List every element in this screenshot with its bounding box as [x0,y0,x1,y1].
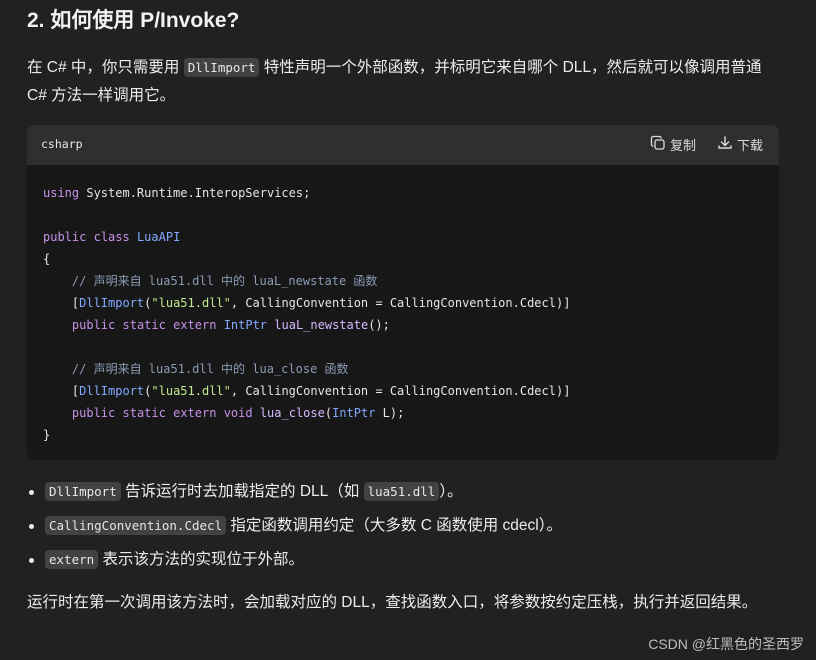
code-line: public static extern void lua_close(IntP… [71,406,405,420]
code-line: { [43,252,51,266]
copy-label: 复制 [670,138,697,153]
code-block-header: csharp 复制 下载 [27,125,779,165]
code-line: // 声明来自 lua51.dll 中的 lua_close 函数 [71,362,349,376]
code-line: [DllImport("lua51.dll", CallingConventio… [43,384,571,398]
bullet-item-extern: extern 表示该方法的实现位于外部。 [27,546,562,580]
outro-paragraph: 运行时在第一次调用该方法时，会加载对应的 DLL，查找函数入口，将参数按约定压栈… [27,594,758,611]
inline-code: CallingConvention.Cdecl [45,516,227,535]
code-line: public static extern IntPtr luaL_newstat… [71,318,390,332]
copy-icon [650,135,666,154]
section-heading: 2. 如何使用 P/Invoke? [27,9,240,32]
intro-text-before: 在 C# 中，你只需要用 [27,59,184,76]
bullet-item-dllimport: DllImport 告诉运行时去加载指定的 DLL（如 lua51.dll）。 [27,478,562,512]
code-line: [DllImport("lua51.dll", CallingConventio… [43,296,571,310]
download-button[interactable]: 下载 [717,135,763,154]
download-icon [717,135,733,154]
code-content: using System.Runtime.InteropServices; pu… [27,165,779,446]
inline-code: lua51.dll [363,482,440,501]
inline-code: DllImport [45,482,121,501]
download-label: 下载 [737,138,764,153]
code-block: csharp 复制 下载 using System.Runtime.Intero… [27,125,779,460]
code-line: public class LuaAPI [43,230,181,244]
intro-paragraph: 在 C# 中，你只需要用 DllImport 特性声明一个外部函数，并标明它来自… [27,54,779,110]
code-line: using System.Runtime.InteropServices; [43,186,311,200]
bullet-list: DllImport 告诉运行时去加载指定的 DLL（如 lua51.dll）。 … [27,478,562,580]
watermark: CSDN @红黑色的圣西罗 [648,636,804,652]
bullet-item-calling-convention: CallingConvention.Cdecl 指定函数调用约定（大多数 C 函… [27,512,562,546]
code-line: // 声明来自 lua51.dll 中的 luaL_newstate 函数 [71,274,378,288]
copy-button[interactable]: 复制 [650,135,696,154]
inline-code-dllimport: DllImport [183,58,260,77]
class-name: LuaAPI [136,230,181,244]
code-line: } [43,428,51,442]
code-language-label: csharp [41,137,83,151]
inline-code: extern [45,550,99,569]
